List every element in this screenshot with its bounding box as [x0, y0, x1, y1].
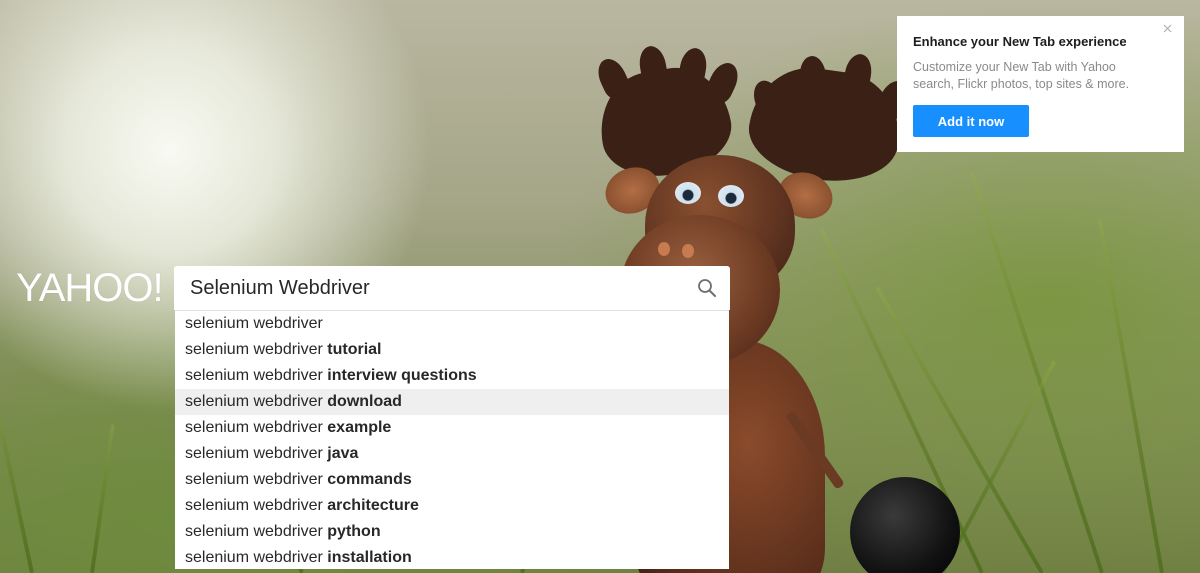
suggestion-completion-text: tutorial — [327, 341, 382, 358]
suggestion-completion-text: example — [327, 419, 392, 436]
suggestion-query-text: selenium webdriver — [185, 393, 328, 410]
suggestion-query-text: selenium webdriver — [185, 419, 328, 436]
promo-description: Customize your New Tab with Yahoo search… — [913, 60, 1130, 91]
suggestion-item[interactable]: selenium webdriver tutorial — [175, 337, 729, 363]
suggestion-query-text: selenium webdriver — [185, 549, 328, 566]
suggestion-query-text: selenium webdriver — [185, 523, 328, 540]
suggestion-query-text: selenium webdriver — [185, 471, 328, 488]
suggestion-query-text: selenium webdriver — [185, 315, 323, 332]
suggestion-completion-text: interview questions — [327, 367, 477, 384]
add-it-now-button[interactable]: Add it now — [913, 105, 1029, 137]
yahoo-logo[interactable]: YAHOO! — [16, 268, 164, 308]
new-tab-page: YAHOO! selenium webdriver selenium webdri… — [0, 0, 1200, 573]
close-icon[interactable] — [1162, 22, 1174, 34]
search-suggestions-list: selenium webdriver selenium webdriver tut… — [175, 310, 729, 569]
suggestion-query-text: selenium webdriver — [185, 367, 328, 384]
suggestion-completion-text: download — [327, 393, 402, 410]
new-tab-promo-card: Enhance your New Tab experience Customiz… — [897, 16, 1184, 152]
suggestion-query-text: selenium webdriver — [185, 341, 328, 358]
suggestion-completion-text: architecture — [327, 497, 419, 514]
search-input[interactable] — [190, 266, 680, 310]
suggestion-completion-text: installation — [327, 549, 412, 566]
suggestion-item[interactable]: selenium webdriver installation — [175, 545, 729, 569]
suggestion-query-text: selenium webdriver — [185, 497, 328, 514]
suggestion-query-text: selenium webdriver — [185, 445, 328, 462]
suggestion-item[interactable]: selenium webdriver commands — [175, 467, 729, 493]
suggestion-item[interactable]: selenium webdriver architecture — [175, 493, 729, 519]
suggestion-item[interactable]: selenium webdriver python — [175, 519, 729, 545]
suggestion-item[interactable]: selenium webdriver download — [175, 389, 729, 415]
suggestion-item[interactable]: selenium webdriver — [175, 311, 729, 337]
suggestion-completion-text: commands — [327, 471, 412, 488]
search-box — [174, 266, 730, 310]
promo-title: Enhance your New Tab experience — [913, 34, 1127, 49]
suggestion-item[interactable]: selenium webdriver java — [175, 441, 729, 467]
search-icon[interactable] — [696, 277, 718, 299]
suggestion-completion-text: java — [327, 445, 359, 462]
suggestion-item[interactable]: selenium webdriver interview questions — [175, 363, 729, 389]
suggestion-item[interactable]: selenium webdriver example — [175, 415, 729, 441]
suggestion-completion-text: python — [327, 523, 381, 540]
